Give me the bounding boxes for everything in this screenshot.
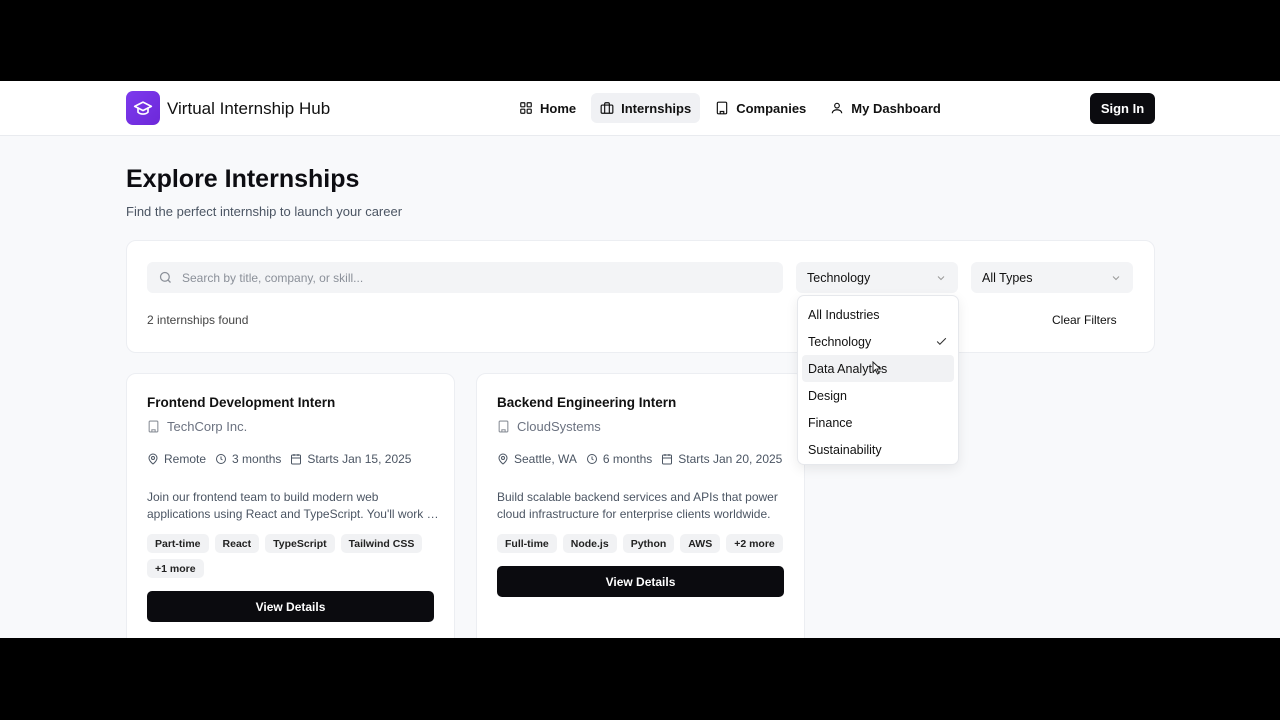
grid-icon [520, 102, 532, 114]
briefcase-icon [600, 102, 614, 114]
tag-badge: Part-time [147, 534, 209, 553]
nav-home[interactable]: Home [510, 93, 585, 123]
search-icon [159, 271, 171, 283]
duration-meta: 3 months [215, 452, 281, 466]
dropdown-option-sustainability[interactable]: Sustainability [802, 436, 954, 463]
nav-companies[interactable]: Companies [706, 93, 815, 123]
top-navbar: Virtual Internship Hub Home Internships … [0, 81, 1280, 136]
internship-card: Frontend Development Intern TechCorp Inc… [126, 373, 455, 638]
tag-list: Part-time React TypeScript Tailwind CSS … [147, 534, 437, 578]
dropdown-option-technology[interactable]: Technology [802, 328, 954, 355]
filter-panel: Technology All Types 2 internships found… [126, 240, 1155, 353]
clock-icon [216, 454, 227, 464]
tag-badge: TypeScript [265, 534, 335, 553]
results-count: 2 internships found [147, 313, 249, 327]
option-label: All Industries [808, 307, 880, 322]
location-text: Remote [164, 452, 207, 466]
nav-companies-label: Companies [736, 100, 807, 116]
start-text: Starts Jan 15, 2025 [307, 452, 412, 466]
company-name: TechCorp Inc. [167, 419, 248, 434]
internship-description: Build scalable backend services and APIs… [497, 489, 789, 523]
description-line: cloud infrastructure for enterprise clie… [497, 507, 771, 521]
search-box[interactable] [147, 262, 783, 293]
industry-dropdown-menu: All Industries Technology Data Analytics… [797, 295, 959, 465]
calendar-icon [662, 454, 673, 465]
nav-dashboard-label: My Dashboard [851, 100, 941, 116]
start-meta: Starts Jan 15, 2025 [290, 452, 411, 466]
more-tags-badge: +1 more [147, 559, 204, 578]
nav-internships[interactable]: Internships [591, 93, 701, 123]
dropdown-option-design[interactable]: Design [802, 382, 954, 409]
building-icon [148, 420, 159, 433]
internship-title[interactable]: Frontend Development Intern [147, 395, 335, 410]
duration-text: 6 months [602, 452, 653, 466]
option-label: Design [808, 388, 847, 403]
tag-list: Full-time Node.js Python AWS +2 more [497, 534, 787, 553]
company-row: TechCorp Inc. [147, 419, 247, 434]
meta-row: Remote 3 months Starts Jan 15, 2025 [147, 452, 411, 466]
option-label: Finance [808, 415, 853, 430]
map-pin-icon [498, 453, 508, 465]
tag-badge: React [214, 534, 260, 553]
chevron-down-icon [1112, 275, 1120, 280]
tag-badge: AWS [680, 534, 721, 553]
industry-select-value: Technology [807, 270, 871, 285]
calendar-icon [291, 454, 302, 465]
description-line: Join our frontend team to build modern w… [147, 490, 379, 504]
view-details-button[interactable]: View Details [147, 591, 434, 622]
location-meta: Remote [147, 452, 206, 466]
meta-row: Seattle, WA 6 months Starts Jan 20, 2025 [497, 452, 782, 466]
mouse-cursor-icon [872, 361, 882, 375]
company-row: CloudSystems [497, 419, 601, 434]
dropdown-option-finance[interactable]: Finance [802, 409, 954, 436]
building-icon [716, 101, 728, 115]
internship-title[interactable]: Backend Engineering Intern [497, 395, 676, 410]
internship-card: Backend Engineering Intern CloudSystems … [476, 373, 805, 638]
brand-name[interactable]: Virtual Internship Hub [167, 99, 330, 119]
sign-in-button[interactable]: Sign In [1090, 93, 1155, 124]
clear-filters-button[interactable]: Clear Filters [1052, 313, 1117, 327]
type-select[interactable]: All Types [971, 262, 1133, 293]
view-details-button[interactable]: View Details [497, 566, 784, 597]
duration-text: 3 months [232, 452, 282, 466]
location-text: Seattle, WA [514, 452, 577, 466]
company-name: CloudSystems [517, 419, 601, 434]
description-line: Build scalable backend services and APIs… [497, 490, 778, 504]
dropdown-option-all-industries[interactable]: All Industries [802, 301, 954, 328]
start-meta: Starts Jan 20, 2025 [661, 452, 782, 466]
internship-description: Join our frontend team to build modern w… [147, 489, 439, 523]
graduation-cap-icon[interactable] [126, 91, 160, 125]
building-icon [498, 420, 509, 433]
user-icon [832, 102, 843, 114]
nav-internships-label: Internships [621, 100, 692, 116]
more-tags-badge: +2 more [726, 534, 783, 553]
tag-badge: Python [622, 534, 675, 553]
app-window: Virtual Internship Hub Home Internships … [0, 81, 1280, 638]
tag-badge: Node.js [562, 534, 617, 553]
start-text: Starts Jan 20, 2025 [678, 452, 783, 466]
search-input[interactable] [182, 270, 742, 285]
page-title: Explore Internships [126, 165, 360, 193]
chevron-down-icon [937, 275, 945, 280]
location-meta: Seattle, WA [497, 452, 577, 466]
option-label: Sustainability [808, 442, 882, 457]
type-select-value: All Types [982, 270, 1033, 285]
tag-badge: Full-time [497, 534, 557, 553]
map-pin-icon [148, 453, 158, 465]
description-line: applications using React and TypeScript.… [147, 507, 439, 521]
nav-dashboard[interactable]: My Dashboard [821, 93, 950, 123]
nav-home-label: Home [540, 100, 577, 116]
tag-badge: Tailwind CSS [340, 534, 423, 553]
page-subtitle: Find the perfect internship to launch yo… [126, 204, 403, 219]
duration-meta: 6 months [586, 452, 652, 466]
industry-select[interactable]: Technology [796, 262, 958, 293]
check-icon [936, 337, 947, 345]
clock-icon [586, 454, 597, 464]
main-nav: Home Internships Companies My Dashboard [510, 93, 950, 123]
option-label: Technology [808, 334, 872, 349]
